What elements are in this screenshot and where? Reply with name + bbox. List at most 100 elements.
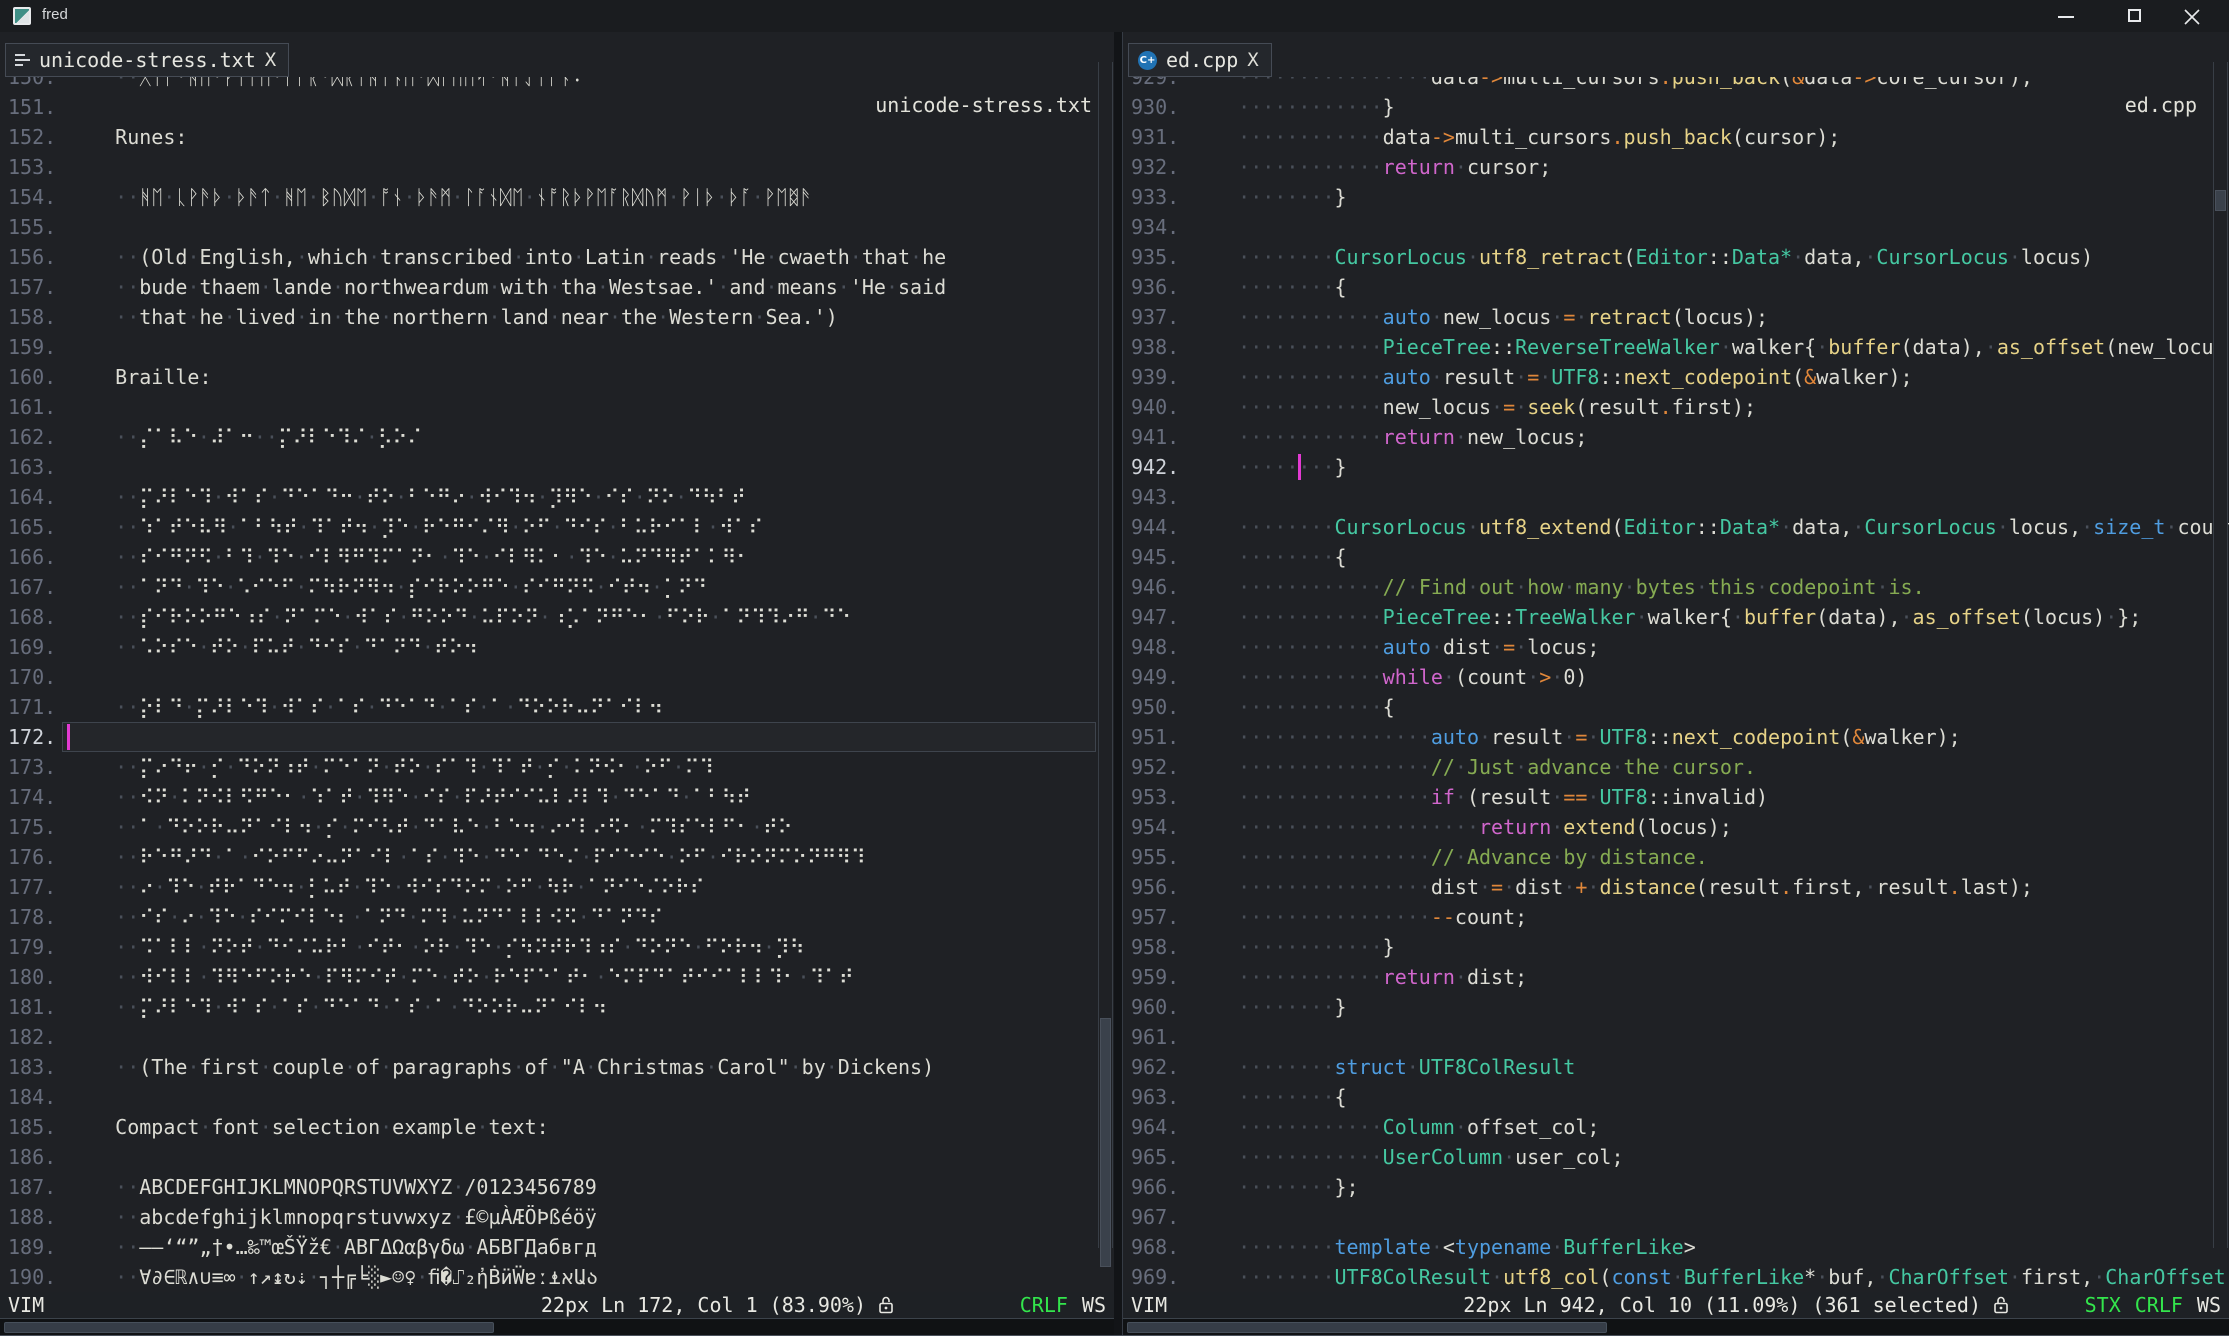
code-line[interactable]: 189.··–—‘“”„†•…‰™œŠŸž€·ΑΒΓΔΩαβγδω·АБВГДа… [0,1232,1114,1262]
code-line[interactable]: 154.··ᚻᛖ·ᚳᚹᚫᚦ·ᚦᚫᛏ·ᚻᛖ·ᛒᚢᛞᛖ·ᚩᚾ·ᚦᚫᛗ·ᛚᚪᚾᛞᛖ·ᚾ… [0,182,1114,212]
tab-ed-cpp[interactable]: C+ ed.cpp X [1128,43,1272,77]
code-line[interactable]: 188.··abcdefghijklmnopqrstuvwxyz·£©µÀÆÖÞ… [0,1202,1114,1232]
code-line[interactable]: 944.········CursorLocus·utf8_extend(Edit… [1123,512,2229,542]
code-line[interactable]: 933.········} [1123,182,2229,212]
vertical-scrollbar-thumb[interactable] [1100,1018,1111,1267]
code-line[interactable]: 949.············while·(count·>·0) [1123,662,2229,692]
vertical-scrollbar-left[interactable] [1098,62,1113,1248]
code-line[interactable]: 943. [1123,482,2229,512]
code-line[interactable]: 964.············Column·offset_col; [1123,1112,2229,1142]
code-line[interactable]: 172. [0,722,1114,752]
code-line[interactable]: 163. [0,452,1114,482]
code-line[interactable]: 174.··⠪⠝·⠅⠝⠪⠇⠫⠛⠑⠂·⠱⠁⠞·⠹⠻⠑·⠊⠎·⠏⠜⠞⠊⠊⠥⠇⠜⠇⠹·… [0,782,1114,812]
code-line[interactable]: 946.············//·Find·out·how·many·byt… [1123,572,2229,602]
horizontal-scrollbar-thumb[interactable] [1127,1322,1607,1333]
code-line[interactable]: 937.············auto·new_locus·=·retract… [1123,302,2229,332]
code-line[interactable]: 152.Runes: [0,122,1114,152]
code-line[interactable]: 935.········CursorLocus·utf8_retract(Edi… [1123,242,2229,272]
code-line[interactable]: 168.··⡎⠊⠗⠕⠕⠛⠑⠰⠎·⠝⠁⠍⠑·⠺⠁⠎·⠛⠕⠕⠙·⠥⠏⠕⠝·⠰⡡⠁⠝⠛… [0,602,1114,632]
code-line[interactable]: 947.············PieceTree::TreeWalker·wa… [1123,602,2229,632]
code-line[interactable]: 957.················--count; [1123,902,2229,932]
code-line[interactable]: 187.··ABCDEFGHIJKLMNOPQRSTUVWXYZ·/012345… [0,1172,1114,1202]
code-line[interactable]: 958.············} [1123,932,2229,962]
horizontal-scrollbar-left[interactable] [0,1318,1114,1336]
tab-close-icon[interactable]: X [1247,49,1258,71]
tab-close-icon[interactable]: X [265,49,276,71]
code-line[interactable]: 963.········{ [1123,1082,2229,1112]
code-line[interactable]: 179.··⠩⠁⠇⠇·⠝⠕⠞·⠙⠊⠌⠥⠗⠃·⠊⠞⠂·⠕⠗·⠹⠑·⡊⠳⠝⠞⠗⠹⠰⠎… [0,932,1114,962]
code-line[interactable]: 175.··⠁·⠙⠕⠕⠗⠤⠝⠁⠊⠇⠲·⡊·⠍⠊⠣⠞·⠙⠁⠧⠑·⠃⠑⠲·⠔⠊⠇⠔⠫… [0,812,1114,842]
code-line[interactable]: 942.········} [1123,452,2229,482]
code-line[interactable]: 178.··⠊⠎·⠔·⠹⠑·⠎⠊⠍⠊⠇⠑⠆·⠁⠝⠙·⠍⠹·⠥⠝⠙⠁⠇⠇⠪⠫·⠙⠁… [0,902,1114,932]
code-line[interactable]: 941.············return·new_locus; [1123,422,2229,452]
code-line[interactable]: 160.Braille: [0,362,1114,392]
vertical-scrollbar-thumb[interactable] [2215,190,2226,211]
minimize-button[interactable] [2043,0,2089,32]
code-line[interactable]: 945.········{ [1123,542,2229,572]
code-line[interactable]: 177.··⠔·⠹⠑·⠞⠗⠁⠙⠑⠲·⡃⠥⠞·⠹⠑·⠺⠊⠎⠙⠕⠍·⠕⠋·⠳⠗·⠁⠝… [0,872,1114,902]
maximize-button[interactable] [2113,0,2159,32]
lock-icon[interactable] [878,1295,894,1315]
pane-divider[interactable] [1114,32,1122,1336]
code-line[interactable]: 155. [0,212,1114,242]
whitespace-dots: · [534,875,546,899]
code-line[interactable]: 969.········UTF8ColResult·utf8_col(const… [1123,1262,2229,1292]
code-line[interactable]: 960.········} [1123,992,2229,1022]
code-line[interactable]: 930.············} [1123,92,2229,122]
code-line[interactable]: 950.············{ [1123,692,2229,722]
code-line[interactable]: 961. [1123,1022,2229,1052]
code-line[interactable]: 183.··(The·first·couple·of·paragraphs·of… [0,1052,1114,1082]
code-line[interactable]: 171.··⡕⠇⠙·⡍⠜⠇⠑⠹·⠺⠁⠎·⠁⠎·⠙⠑⠁⠙·⠁⠎·⠁·⠙⠕⠕⠗⠤⠝⠁… [0,692,1114,722]
code-line[interactable]: 182. [0,1022,1114,1052]
code-line[interactable]: 165.··⠱⠁⠞⠑⠧⠻·⠁⠃⠳⠞·⠹⠁⠞⠲·⡹⠑·⠗⠑⠛⠊⠌⠻·⠕⠋·⠙⠊⠎·… [0,512,1114,542]
code-line[interactable]: 176.··⠗⠑⠛⠜⠙·⠁·⠊⠕⠋⠋⠔⠤⠝⠁⠊⠇·⠁⠎·⠹⠑·⠙⠑⠁⠙⠑⠌·⠏⠊… [0,842,1114,872]
code-line[interactable]: 159. [0,332,1114,362]
code-line[interactable]: 161. [0,392,1114,422]
code-line[interactable]: 184. [0,1082,1114,1112]
code-line[interactable]: 936.········{ [1123,272,2229,302]
code-line[interactable]: 954.····················return·extend(lo… [1123,812,2229,842]
vertical-scrollbar-right[interactable] [2213,62,2228,1248]
code-line[interactable]: 181.··⡍⠜⠇⠑⠹·⠺⠁⠎·⠁⠎·⠙⠑⠁⠙·⠁⠎·⠁·⠙⠕⠕⠗⠤⠝⠁⠊⠇⠲ [0,992,1114,1022]
code-line[interactable]: 157.··bude·thaem·lande·northweardum·with… [0,272,1114,302]
code-line[interactable]: 173.··⡍⠔⠙⠖·⡊·⠙⠕⠝⠰⠞·⠍⠑⠁⠝·⠞⠕·⠎⠁⠹·⠹⠁⠞·⡊·⠅⠝⠪… [0,752,1114,782]
code-line[interactable]: 953.················if·(result·==·UTF8::… [1123,782,2229,812]
code-line[interactable]: 966.········}; [1123,1172,2229,1202]
code-line[interactable]: 967. [1123,1202,2229,1232]
code-line[interactable]: 167.··⠁⠝⠙·⠹⠑·⠡⠊⠑⠋·⠍⠳⠗⠝⠻⠲·⡎⠊⠗⠕⠕⠛⠑·⠎⠊⠛⠝⠫·⠊… [0,572,1114,602]
code-line[interactable]: 968.········template·<typename·BufferLik… [1123,1232,2229,1262]
code-line[interactable]: 939.············auto·result·=·UTF8::next… [1123,362,2229,392]
code-line[interactable]: 190.··∀∂∈ℝ∧∪≡∞·↑↗↨↻⇣·┐┼╔╘░►☺♀·ﬁ�⑀₂ἠḂӥẄɐː… [0,1262,1114,1292]
code-line[interactable]: 962.········struct·UTF8ColResult [1123,1052,2229,1082]
code-line[interactable]: 934. [1123,212,2229,242]
text-buffer-right[interactable]: 929.················data->multi_cursors.… [1123,32,2229,1292]
code-line[interactable]: 955.················//·Advance·by·distan… [1123,842,2229,872]
code-line[interactable]: 170. [0,662,1114,692]
code-line[interactable]: 156.··(Old·English,·which·transcribed·in… [0,242,1114,272]
lock-icon[interactable] [1993,1295,2009,1315]
code-line[interactable]: 931.············data->multi_cursors.push… [1123,122,2229,152]
code-line[interactable]: 169.··⠡⠕⠎⠑·⠞⠕·⠏⠥⠞·⠙⠊⠎·⠙⠁⠝⠙·⠞⠕⠲ [0,632,1114,662]
close-button[interactable] [2169,0,2215,32]
code-line[interactable]: 938.············PieceTree::ReverseTreeWa… [1123,332,2229,362]
code-line[interactable]: 932.············return·cursor; [1123,152,2229,182]
code-line[interactable]: 956.················dist·=·dist·+·distan… [1123,872,2229,902]
code-line[interactable]: 153. [0,152,1114,182]
horizontal-scrollbar-thumb[interactable] [4,1322,494,1333]
code-line[interactable]: 948.············auto·dist·=·locus; [1123,632,2229,662]
code-line[interactable]: 180.··⠺⠊⠇⠇·⠹⠻⠑⠋⠕⠗⠑·⠏⠻⠍⠊⠞·⠍⠑·⠞⠕·⠗⠑⠏⠑⠁⠞⠂·⠑… [0,962,1114,992]
tab-unicode-stress[interactable]: unicode-stress.txt X [5,43,289,77]
code-line[interactable]: 166.··⠎⠊⠛⠝⠫·⠃⠹·⠹⠑·⠊⠇⠻⠛⠹⠍⠁⠝⠂·⠹⠑·⠊⠇⠻⠅⠂·⠹⠑·… [0,542,1114,572]
code-line[interactable]: 940.············new_locus·=·seek(result.… [1123,392,2229,422]
code-line[interactable]: 951.················auto·result·=·UTF8::… [1123,722,2229,752]
text-buffer-left[interactable]: 150.··ᚷᛁᚠ᛫ᚻᛖ᛫ᚹᛁᛚᛖ᛫ᚠᚩᚱ᛫ᛞᚱᛁᚻᛏᚾᛖ᛫ᛞᚩᛗᛖᛋ᛫ᚻᛚᛇᛏ… [0,32,1114,1292]
code-line[interactable]: 185.Compact·font·selection·example·text: [0,1112,1114,1142]
code-line[interactable]: 959.············return·dist; [1123,962,2229,992]
code-line[interactable]: 186. [0,1142,1114,1172]
horizontal-scrollbar-right[interactable] [1123,1318,2229,1336]
code-line[interactable]: 952.················//·Just·advance·the·… [1123,752,2229,782]
code-line[interactable]: 158.··that·he·lived·in·the·northern·land… [0,302,1114,332]
code-line[interactable]: 164.··⡍⠜⠇⠑⠹·⠺⠁⠎·⠙⠑⠁⠙⠒·⠞⠕·⠃⠑⠛⠔·⠺⠊⠹⠲·⡹⠻⠑·⠊… [0,482,1114,512]
code-line[interactable]: 965.············UserColumn·user_col; [1123,1142,2229,1172]
code-line[interactable]: 162.··⡌⠁⠧⠑·⠼⠁⠒··⡍⠜⠇⠑⠹⠌·⡣⠕⠌ [0,422,1114,452]
